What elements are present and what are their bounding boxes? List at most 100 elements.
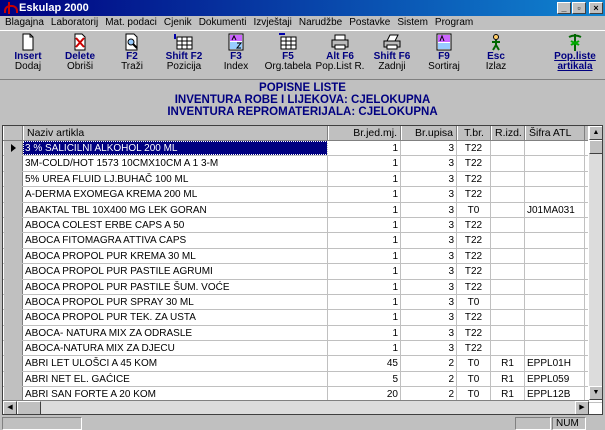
col-br-jed-mj[interactable]: Br.jed.mj.: [328, 126, 401, 140]
row-indicator[interactable]: [3, 294, 23, 310]
cell-br-upisa[interactable]: 3: [401, 141, 457, 156]
menu-laboratorij[interactable]: Laboratorij: [48, 16, 102, 30]
cell-r-izd[interactable]: [491, 341, 525, 356]
cell-naziv[interactable]: ABOCA PROPOL PUR KREMA 30 ML: [23, 248, 328, 264]
menu-blagajna[interactable]: Blagajna: [2, 16, 48, 30]
cell-r-izd[interactable]: [491, 294, 525, 310]
cell-br-upisa[interactable]: 2: [401, 371, 457, 387]
cell-br-jed-mj[interactable]: 5: [328, 371, 401, 387]
cell-naziv[interactable]: ABOCA COLEST ERBE CAPS A 50: [23, 217, 328, 233]
cell-r-izd[interactable]: [491, 279, 525, 294]
table-row[interactable]: 5% UREA FLUID LJ.BUHAČ 100 ML 1 3 T22: [3, 171, 602, 188]
cell-br-upisa[interactable]: 3: [401, 325, 457, 341]
cell-r-izd[interactable]: R1: [491, 356, 525, 371]
cell-r-izd[interactable]: [491, 217, 525, 233]
scroll-left-button[interactable]: ◀: [3, 401, 17, 414]
menu-mat-podaci[interactable]: Mat. podaci: [102, 16, 161, 30]
cell-r-izd[interactable]: [491, 141, 525, 156]
cell-sifra-atl[interactable]: [525, 248, 585, 264]
minimize-button[interactable]: _: [557, 2, 571, 14]
cell-r-izd[interactable]: [491, 202, 525, 217]
row-indicator[interactable]: [3, 279, 23, 294]
row-indicator[interactable]: [3, 310, 23, 325]
col-t-br[interactable]: T.br.: [457, 126, 491, 140]
row-indicator[interactable]: [3, 248, 23, 264]
cell-t-br[interactable]: T22: [457, 310, 491, 325]
table-row[interactable]: ABOCA PROPOL PUR PASTILE AGRUMI 1 3 T22: [3, 264, 602, 280]
scroll-right-button[interactable]: ▶: [575, 401, 589, 414]
cell-br-jed-mj[interactable]: 1: [328, 341, 401, 356]
cell-sifra-atl[interactable]: [525, 187, 585, 202]
cell-br-jed-mj[interactable]: 1: [328, 141, 401, 156]
cell-br-upisa[interactable]: 3: [401, 310, 457, 325]
cell-br-upisa[interactable]: 3: [401, 187, 457, 202]
cell-br-jed-mj[interactable]: 1: [328, 310, 401, 325]
cell-t-br[interactable]: T22: [457, 156, 491, 171]
cell-t-br[interactable]: T0: [457, 202, 491, 217]
table-row[interactable]: ABOCA PROPOL PUR PASTILE ŠUM. VOĆE 1 3 T22: [3, 279, 602, 295]
cell-br-upisa[interactable]: 3: [401, 294, 457, 310]
insert-button[interactable]: Insert Dodaj: [2, 31, 54, 79]
cell-sifra-atl[interactable]: [525, 294, 585, 310]
cell-r-izd[interactable]: [491, 187, 525, 202]
table-row[interactable]: ABRI LET ULOŠCI A 45 KOM 45 2 T0 R1 EPPL01H: [3, 356, 602, 372]
row-indicator[interactable]: [3, 202, 23, 217]
close-button[interactable]: ×: [589, 2, 603, 14]
cell-br-upisa[interactable]: 3: [401, 171, 457, 187]
cell-sifra-atl[interactable]: [525, 171, 585, 187]
cell-br-upisa[interactable]: 3: [401, 202, 457, 217]
cell-naziv[interactable]: ABAKTAL TBL 10X400 MG LEK GORAN: [23, 202, 328, 217]
cell-t-br[interactable]: T22: [457, 187, 491, 202]
last-button[interactable]: Shift F6 Zadnji: [366, 31, 418, 79]
scroll-down-button[interactable]: ▼: [589, 386, 602, 400]
row-indicator[interactable]: [3, 156, 23, 171]
cell-br-jed-mj[interactable]: 1: [328, 264, 401, 279]
cell-sifra-atl[interactable]: J01MA031: [525, 202, 585, 217]
table-row[interactable]: ABOCA- NATURA MIX ZA ODRASLE 1 3 T22: [3, 325, 602, 342]
cell-sifra-atl[interactable]: [525, 341, 585, 356]
table-row[interactable]: ABOCA PROPOL PUR TEK. ZA USTA 1 3 T22: [3, 310, 602, 326]
cell-naziv[interactable]: ABRI NET EL. GAĆICE: [23, 371, 328, 387]
cell-t-br[interactable]: T22: [457, 141, 491, 156]
position-button[interactable]: Shift F2 Pozicija: [158, 31, 210, 79]
cell-sifra-atl[interactable]: [525, 310, 585, 325]
cell-naziv[interactable]: ABOCA PROPOL PUR PASTILE AGRUMI: [23, 264, 328, 279]
menu-dokumenti[interactable]: Dokumenti: [196, 16, 251, 30]
horizontal-scroll-thumb[interactable]: [17, 401, 41, 414]
cell-naziv[interactable]: A-DERMA EXOMEGA KREMA 200 ML: [23, 187, 328, 202]
row-indicator[interactable]: [3, 341, 23, 356]
cell-naziv[interactable]: ABOCA PROPOL PUR TEK. ZA USTA: [23, 310, 328, 325]
col-r-izd[interactable]: R.izd.: [491, 126, 525, 140]
cell-br-upisa[interactable]: 3: [401, 264, 457, 279]
vertical-scroll-thumb[interactable]: [589, 140, 602, 154]
menu-izvjestaji[interactable]: Izvještaji: [251, 16, 296, 30]
table-row[interactable]: ABOCA PROPOL PUR KREMA 30 ML 1 3 T22: [3, 248, 602, 265]
cell-br-jed-mj[interactable]: 1: [328, 248, 401, 264]
delete-button[interactable]: Delete Obriši: [54, 31, 106, 79]
menu-narudzbe[interactable]: Narudžbe: [296, 16, 346, 30]
pop-liste-artikala-button[interactable]: Pop.liste artikala: [545, 31, 605, 79]
sort-button[interactable]: F9 Sortiraj: [418, 31, 470, 79]
search-button[interactable]: F2 Traži: [106, 31, 158, 79]
cell-t-br[interactable]: T22: [457, 325, 491, 341]
cell-t-br[interactable]: T0: [457, 356, 491, 371]
cell-r-izd[interactable]: [491, 325, 525, 341]
row-indicator[interactable]: [3, 171, 23, 187]
cell-r-izd[interactable]: [491, 156, 525, 171]
cell-naziv[interactable]: ABRI LET ULOŠCI A 45 KOM: [23, 356, 328, 371]
cell-t-br[interactable]: T22: [457, 171, 491, 187]
horizontal-scrollbar[interactable]: ◀ ▶: [3, 400, 589, 414]
cell-sifra-atl[interactable]: [525, 264, 585, 279]
cell-sifra-atl[interactable]: [525, 217, 585, 233]
cell-sifra-atl[interactable]: [525, 325, 585, 341]
cell-br-jed-mj[interactable]: 1: [328, 202, 401, 217]
table-row[interactable]: ABOCA FITOMAGRA ATTIVA CAPS 1 3 T22: [3, 233, 602, 249]
index-button[interactable]: F3 Index: [210, 31, 262, 79]
cell-br-jed-mj[interactable]: 1: [328, 279, 401, 294]
row-indicator[interactable]: [3, 217, 23, 233]
cell-naziv[interactable]: ABOCA- NATURA MIX ZA ODRASLE: [23, 325, 328, 341]
table-row[interactable]: ABOCA PROPOL PUR SPRAY 30 ML 1 3 T0: [3, 294, 602, 311]
menu-sistem[interactable]: Sistem: [394, 16, 432, 30]
table-row[interactable]: A-DERMA EXOMEGA KREMA 200 ML 1 3 T22: [3, 187, 602, 203]
menu-postavke[interactable]: Postavke: [346, 16, 394, 30]
